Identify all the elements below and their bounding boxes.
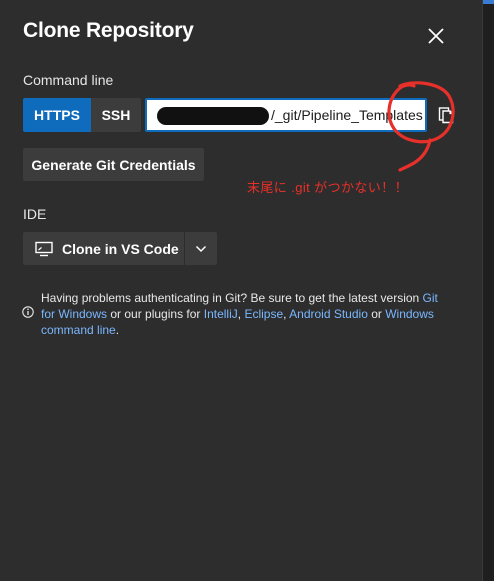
monitor-icon xyxy=(35,241,53,256)
command-line-label: Command line xyxy=(23,72,114,88)
redacted-url-prefix xyxy=(157,107,269,126)
link-android-studio[interactable]: Android Studio xyxy=(289,307,368,321)
copy-url-button[interactable] xyxy=(434,103,458,127)
link-eclipse[interactable]: Eclipse xyxy=(244,307,283,321)
close-icon xyxy=(428,28,444,44)
ssh-toggle[interactable]: SSH xyxy=(91,98,141,132)
help-text-part: Having problems authenticating in Git? B… xyxy=(41,291,423,305)
clone-in-ide-split-button: Clone in VS Code xyxy=(23,232,217,265)
ide-label: IDE xyxy=(23,206,47,222)
clone-url-field[interactable]: /_git/Pipeline_Templates xyxy=(145,98,427,132)
ide-dropdown-button[interactable] xyxy=(185,232,217,265)
background-window-edge xyxy=(483,0,494,581)
chevron-down-icon xyxy=(195,245,207,252)
clone-repository-dialog: Clone Repository Command line HTTPS SSH … xyxy=(0,0,483,581)
link-intellij[interactable]: IntelliJ xyxy=(204,307,238,321)
clone-url-suffix: /_git/Pipeline_Templates xyxy=(271,107,423,123)
close-button[interactable] xyxy=(422,22,450,50)
https-toggle[interactable]: HTTPS xyxy=(23,98,91,132)
clone-in-vscode-label: Clone in VS Code xyxy=(62,240,179,257)
copy-icon xyxy=(438,107,454,124)
help-text-part: or our plugins for xyxy=(107,307,204,321)
info-icon xyxy=(22,306,34,318)
clone-in-vscode-button[interactable]: Clone in VS Code xyxy=(23,232,184,265)
background-accent xyxy=(483,0,494,4)
help-text-part: . xyxy=(115,323,120,337)
annotation-text: 末尾に .git がつかない！！ xyxy=(247,180,408,195)
help-text-part: or xyxy=(367,307,386,321)
help-message: Having problems authenticating in Git? B… xyxy=(22,290,442,338)
generate-git-credentials-button[interactable]: Generate Git Credentials xyxy=(23,148,204,181)
dialog-title: Clone Repository xyxy=(23,19,194,42)
help-text: Having problems authenticating in Git? B… xyxy=(41,290,442,338)
